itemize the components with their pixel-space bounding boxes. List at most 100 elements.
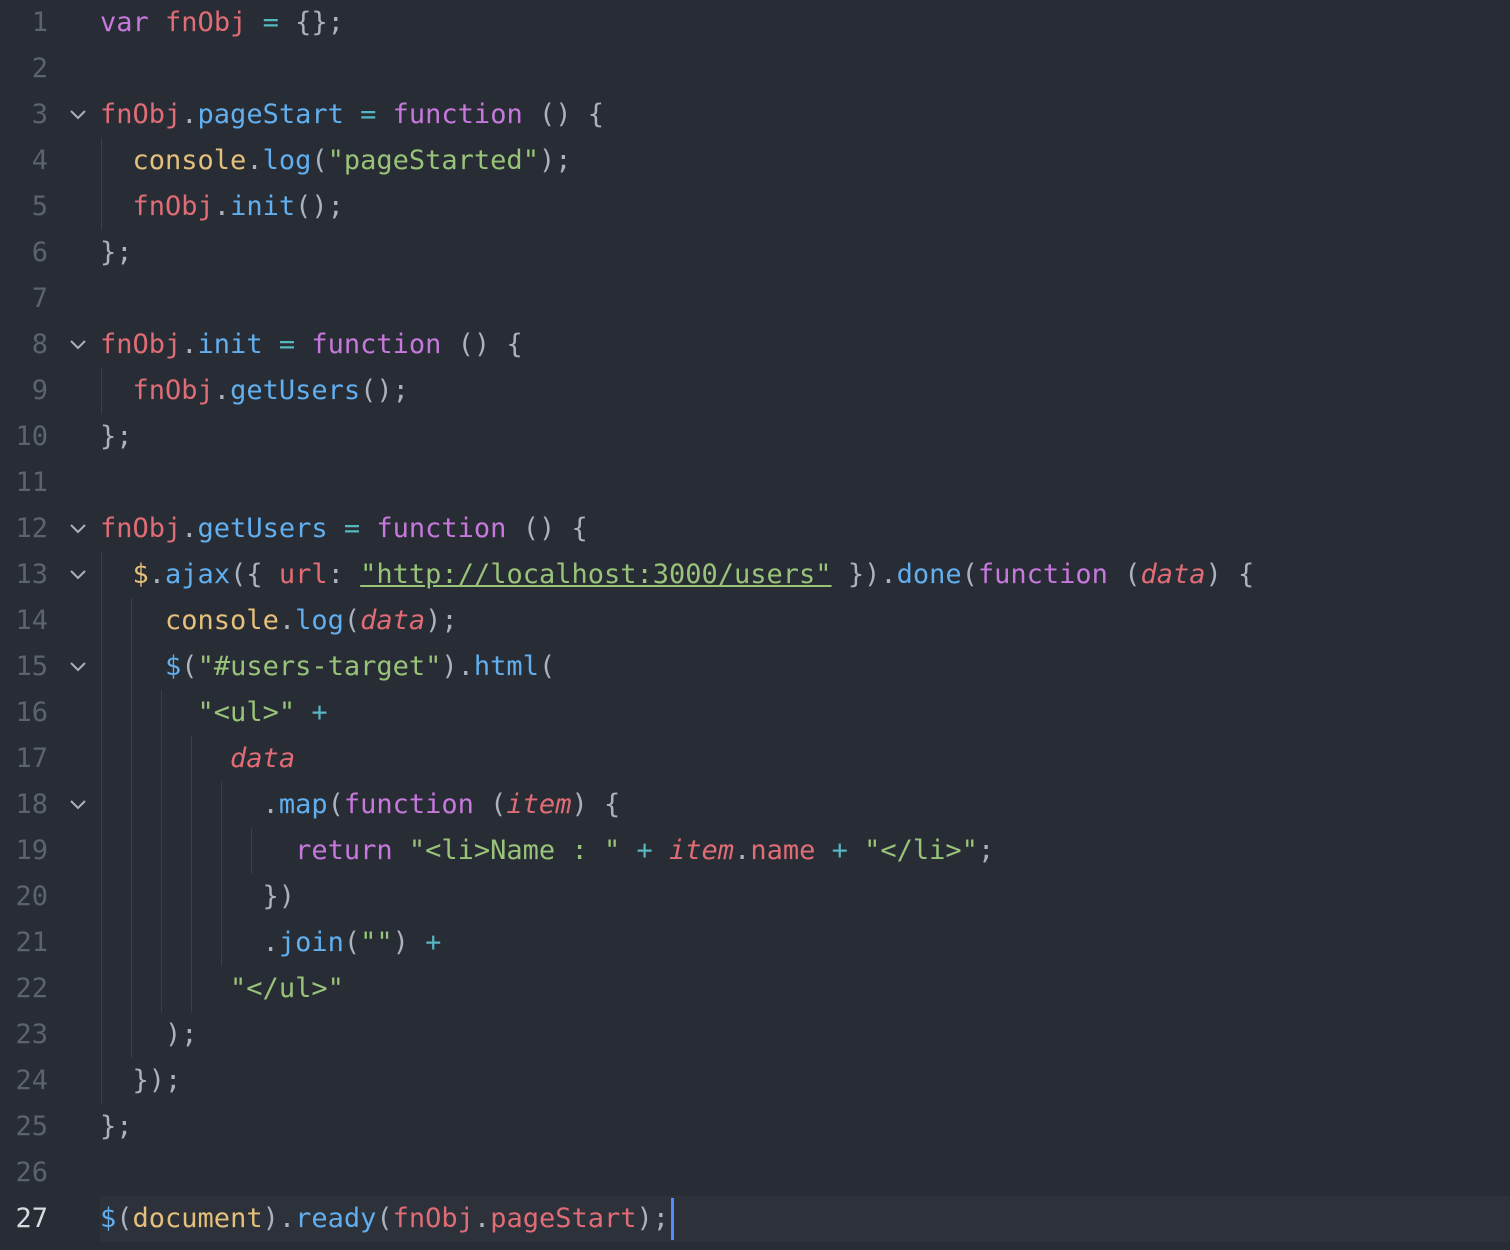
code-token: fnObj [132,191,214,222]
code-token: ( [961,559,978,590]
code-token: function [343,789,474,820]
code-token: fnObj [100,513,182,544]
fold-chevron-icon[interactable] [66,782,90,828]
code-text[interactable]: ); [100,1012,198,1058]
code-token: ). [262,1203,296,1234]
line-number: 20 [15,881,48,912]
code-text[interactable]: "<ul>" + [100,690,328,736]
code-line[interactable]: 25}; [0,1104,1510,1150]
code-text[interactable]: var fnObj = {}; [100,0,344,46]
code-text[interactable]: $("#users-target").html( [100,644,555,690]
code-token: "</li>" [864,835,978,866]
code-text[interactable]: "</ul>" [100,966,344,1012]
code-text[interactable]: console.log("pageStarted"); [100,138,572,184]
code-line[interactable]: 21 .join("") + [0,920,1510,966]
code-line[interactable]: 1 var fnObj = {}; [0,0,1510,46]
code-text[interactable]: fnObj.getUsers = function () { [100,506,588,552]
code-line[interactable]: 8 fnObj.init = function () { [0,322,1510,368]
code-text[interactable]: fnObj.getUsers(); [100,368,409,414]
code-line[interactable]: 22 "</ul>" [0,966,1510,1012]
code-token: $ [100,1203,117,1234]
code-token: data [230,743,296,774]
code-token: ( [181,651,198,682]
code-line[interactable]: 16 "<ul>" + [0,690,1510,736]
code-text[interactable]: $.ajax({ url: "http://localhost:3000/use… [100,552,1255,598]
code-token: ; [977,835,995,866]
code-token: }) [100,881,296,912]
code-line[interactable]: 4 console.log("pageStarted"); [0,138,1510,184]
fold-chevron-icon[interactable] [66,92,90,138]
code-text[interactable]: $(document).ready(fnObj.pageStart); [100,1196,669,1242]
code-text[interactable]: .join("") + [100,920,442,966]
code-text[interactable]: .map(function (item) { [100,782,621,828]
fold-chevron-icon[interactable] [66,644,90,690]
code-token: . [100,927,279,958]
code-token: ( [311,145,328,176]
code-text[interactable]: console.log(data); [100,598,458,644]
code-line[interactable]: 10}; [0,414,1510,460]
code-line[interactable]: 24 }); [0,1058,1510,1104]
code-token: ); [636,1203,670,1234]
code-line[interactable]: 26 [0,1150,1510,1196]
code-token: map [278,789,328,820]
code-token: = [343,513,361,544]
code-line[interactable]: 27 $(document).ready(fnObj.pageStart); [0,1196,1510,1242]
code-line[interactable]: 15 $("#users-target").html( [0,644,1510,690]
code-text[interactable]: fnObj.init(); [100,184,344,230]
line-number: 18 [15,789,48,820]
code-token: (); [295,191,344,222]
code-token: $ [165,651,182,682]
code-line[interactable]: 6}; [0,230,1510,276]
code-line[interactable]: 20 }) [0,874,1510,920]
code-line[interactable]: 18 .map(function (item) { [0,782,1510,828]
text-cursor [671,1198,675,1240]
code-text[interactable]: }) [100,874,296,920]
code-token: . [734,835,751,866]
fold-chevron-icon[interactable] [66,552,90,598]
code-text[interactable]: }; [100,414,133,460]
fold-chevron-icon[interactable] [66,506,90,552]
code-token: log [262,145,312,176]
code-token: "http://localhost:3000/users" [360,559,832,590]
code-line[interactable]: 19 return "<li>Name : " + item.name + "<… [0,828,1510,874]
code-token: fnObj [100,99,182,130]
code-line[interactable]: 3 fnObj.pageStart = function () { [0,92,1510,138]
code-line[interactable]: 12 fnObj.getUsers = function () { [0,506,1510,552]
code-text[interactable]: return "<li>Name : " + item.name + "</li… [100,828,994,874]
fold-chevron-icon[interactable] [66,322,90,368]
code-line[interactable]: 2 [0,46,1510,92]
code-text[interactable]: }); [100,1058,182,1104]
code-token: item [669,835,735,866]
code-line[interactable]: 9 fnObj.getUsers(); [0,368,1510,414]
code-line[interactable]: 23 ); [0,1012,1510,1058]
code-token: init [197,329,263,360]
code-text[interactable]: data [100,736,295,782]
line-number: 11 [15,467,48,498]
line-number: 12 [15,513,48,544]
code-editor[interactable]: 1 var fnObj = {}; 2 3 fnObj.pageStart = func… [0,0,1510,1250]
code-text[interactable]: fnObj.pageStart = function () { [100,92,604,138]
code-token: item [506,789,572,820]
code-line[interactable]: 13 $.ajax({ url: "http://localhost:3000/… [0,552,1510,598]
code-text[interactable]: }; [100,1104,133,1150]
code-token: . [473,1203,491,1234]
code-line[interactable]: 7 [0,276,1510,322]
code-line[interactable]: 11 [0,460,1510,506]
line-number: 9 [31,375,48,406]
code-token: ( [473,789,507,820]
code-line[interactable]: 17 data [0,736,1510,782]
code-line[interactable]: 5 fnObj.init(); [0,184,1510,230]
code-token: fnObj [165,7,247,38]
code-token: = [278,329,296,360]
code-text[interactable]: fnObj.init = function () { [100,322,523,368]
code-token: ); [100,1019,198,1050]
code-token: . [100,789,279,820]
code-text[interactable]: }; [100,230,133,276]
code-token: function [311,329,442,360]
code-line[interactable]: 14 console.log(data); [0,598,1510,644]
